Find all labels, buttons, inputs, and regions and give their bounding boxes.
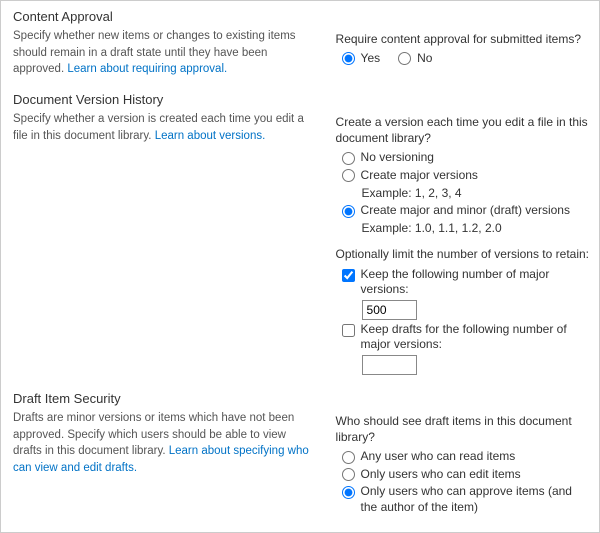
draft-edit-radio[interactable] bbox=[342, 468, 355, 481]
section-left: Document Version History Specify whether… bbox=[13, 92, 336, 377]
version-major-label: Create major versions bbox=[361, 168, 478, 184]
section-right: Who should see draft items in this docum… bbox=[336, 391, 589, 518]
draft-edit-label: Only users who can edit items bbox=[361, 467, 521, 483]
section-right: Create a version each time you edit a fi… bbox=[336, 92, 589, 377]
draft-any-row: Any user who can read items bbox=[342, 449, 589, 465]
settings-panel: Content Approval Specify whether new ite… bbox=[0, 0, 600, 533]
section-right: Require content approval for submitted i… bbox=[336, 9, 589, 78]
approval-no-label: No bbox=[417, 51, 432, 67]
keep-drafts-label: Keep drafts for the following number of … bbox=[361, 322, 589, 353]
content-approval-desc: Specify whether new items or changes to … bbox=[13, 28, 316, 78]
approval-yes-row: Yes bbox=[342, 51, 381, 67]
version-none-label: No versioning bbox=[361, 150, 434, 166]
version-none-row: No versioning bbox=[342, 150, 589, 166]
draft-question: Who should see draft items in this docum… bbox=[336, 413, 589, 445]
version-history-desc: Specify whether a version is created eac… bbox=[13, 111, 316, 144]
keep-drafts-input-wrap bbox=[362, 355, 589, 375]
keep-major-checkbox[interactable] bbox=[342, 269, 355, 282]
draft-security-title: Draft Item Security bbox=[13, 391, 316, 406]
keep-drafts-input[interactable] bbox=[362, 355, 417, 375]
content-approval-options: Yes No bbox=[342, 51, 589, 67]
version-majorminor-example: Example: 1.0, 1.1, 1.2, 2.0 bbox=[362, 221, 589, 237]
keep-drafts-checkbox[interactable] bbox=[342, 324, 355, 337]
version-question: Create a version each time you edit a fi… bbox=[336, 114, 589, 146]
content-approval-title: Content Approval bbox=[13, 9, 316, 24]
section-content-approval: Content Approval Specify whether new ite… bbox=[13, 9, 589, 78]
learn-approval-link[interactable]: Learn about requiring approval. bbox=[67, 63, 227, 75]
draft-any-label: Any user who can read items bbox=[361, 449, 516, 465]
version-majorminor-row: Create major and minor (draft) versions bbox=[342, 203, 589, 219]
section-left: Content Approval Specify whether new ite… bbox=[13, 9, 336, 78]
version-majorminor-radio[interactable] bbox=[342, 205, 355, 218]
keep-major-row: Keep the following number of major versi… bbox=[342, 267, 589, 298]
draft-any-radio[interactable] bbox=[342, 451, 355, 464]
keep-drafts-row: Keep drafts for the following number of … bbox=[342, 322, 589, 353]
version-majorminor-label: Create major and minor (draft) versions bbox=[361, 203, 570, 219]
version-none-radio[interactable] bbox=[342, 152, 355, 165]
draft-approve-radio[interactable] bbox=[342, 486, 355, 499]
keep-major-label: Keep the following number of major versi… bbox=[361, 267, 589, 298]
version-major-radio[interactable] bbox=[342, 169, 355, 182]
section-left: Draft Item Security Drafts are minor ver… bbox=[13, 391, 336, 518]
draft-edit-row: Only users who can edit items bbox=[342, 467, 589, 483]
limit-question: Optionally limit the number of versions … bbox=[336, 246, 589, 262]
version-major-example: Example: 1, 2, 3, 4 bbox=[362, 186, 589, 202]
approval-yes-label: Yes bbox=[361, 51, 381, 67]
draft-approve-row: Only users who can approve items (and th… bbox=[342, 484, 589, 515]
version-history-title: Document Version History bbox=[13, 92, 316, 107]
keep-major-input[interactable] bbox=[362, 300, 417, 320]
learn-versions-link[interactable]: Learn about versions. bbox=[155, 130, 266, 142]
content-approval-question: Require content approval for submitted i… bbox=[336, 31, 589, 47]
approval-yes-radio[interactable] bbox=[342, 52, 355, 65]
section-draft-security: Draft Item Security Drafts are minor ver… bbox=[13, 391, 589, 518]
approval-no-radio[interactable] bbox=[398, 52, 411, 65]
section-version-history: Document Version History Specify whether… bbox=[13, 92, 589, 377]
version-major-row: Create major versions bbox=[342, 168, 589, 184]
draft-approve-label: Only users who can approve items (and th… bbox=[361, 484, 589, 515]
keep-major-input-wrap bbox=[362, 300, 589, 320]
draft-security-desc: Drafts are minor versions or items which… bbox=[13, 410, 316, 477]
approval-no-row: No bbox=[398, 51, 432, 67]
